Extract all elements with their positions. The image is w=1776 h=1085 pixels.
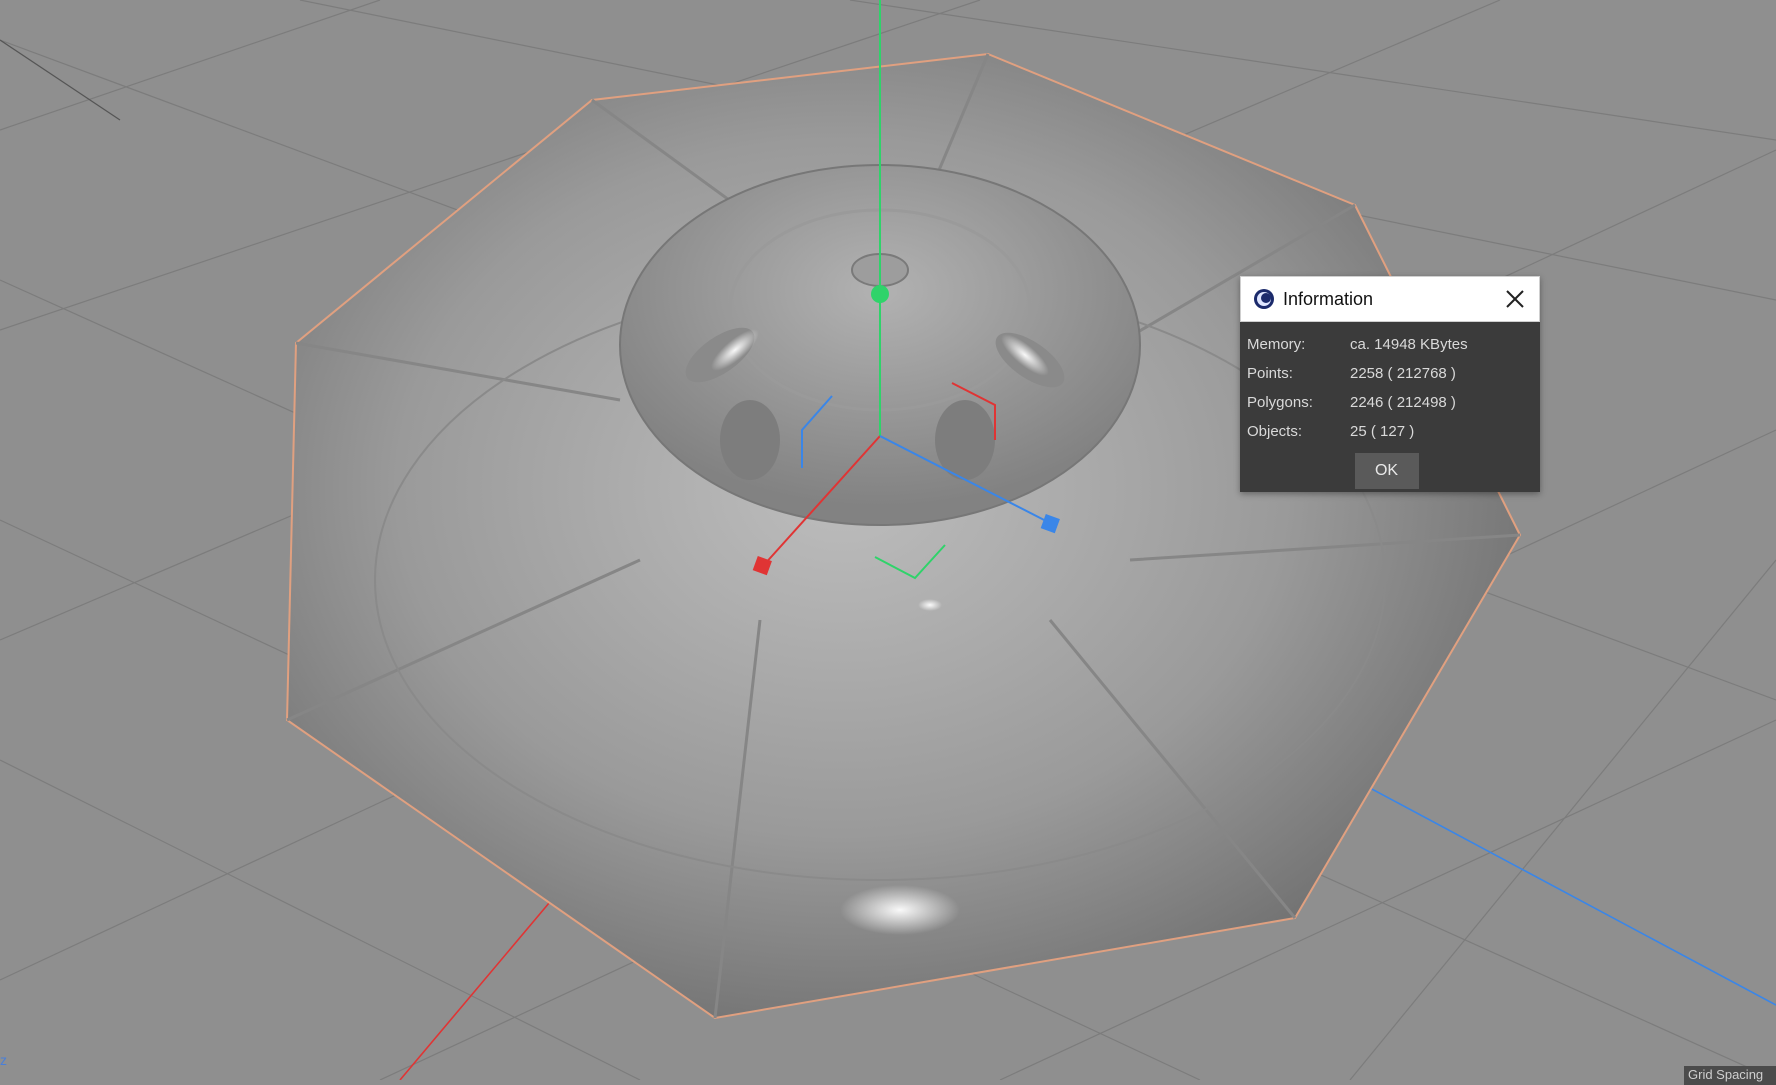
info-row-polygons: Polygons: 2246 ( 212498 ): [1247, 388, 1540, 417]
info-value: 2246 ( 212498 ): [1350, 394, 1456, 411]
information-dialog: Information Memory: ca. 14948 KBytes Poi…: [1240, 276, 1540, 492]
dialog-titlebar[interactable]: Information: [1240, 276, 1540, 322]
info-label: Polygons:: [1247, 394, 1313, 411]
world-z-axis: [1354, 779, 1776, 1006]
ok-button[interactable]: OK: [1354, 453, 1419, 489]
info-value: 2258 ( 212768 ): [1350, 365, 1456, 382]
dialog-title: Information: [1283, 288, 1374, 309]
info-value: 25 ( 127 ): [1350, 423, 1415, 440]
info-label: Memory:: [1247, 336, 1306, 353]
info-row-points: Points: 2258 ( 212768 ): [1247, 359, 1540, 388]
grid-spacing-label: Grid Spacing: [1684, 1066, 1776, 1085]
3d-object[interactable]: [285, 52, 1522, 1020]
3d-viewport[interactable]: [0, 0, 1776, 1080]
info-label: Objects:: [1247, 423, 1303, 440]
viewport-axis-label: z: [0, 1052, 7, 1068]
info-row-memory: Memory: ca. 14948 KBytes: [1247, 330, 1540, 359]
world-x-axis: [399, 889, 561, 1080]
y-axis-handle: [871, 285, 889, 303]
cinema4d-app-icon: [1253, 288, 1275, 310]
info-rows: Memory: ca. 14948 KBytes Points: 2258 ( …: [1240, 322, 1540, 446]
info-label: Points:: [1247, 365, 1293, 382]
info-value: ca. 14948 KBytes: [1350, 336, 1468, 353]
close-icon[interactable]: [1501, 285, 1529, 313]
info-row-objects: Objects: 25 ( 127 ): [1247, 417, 1540, 446]
